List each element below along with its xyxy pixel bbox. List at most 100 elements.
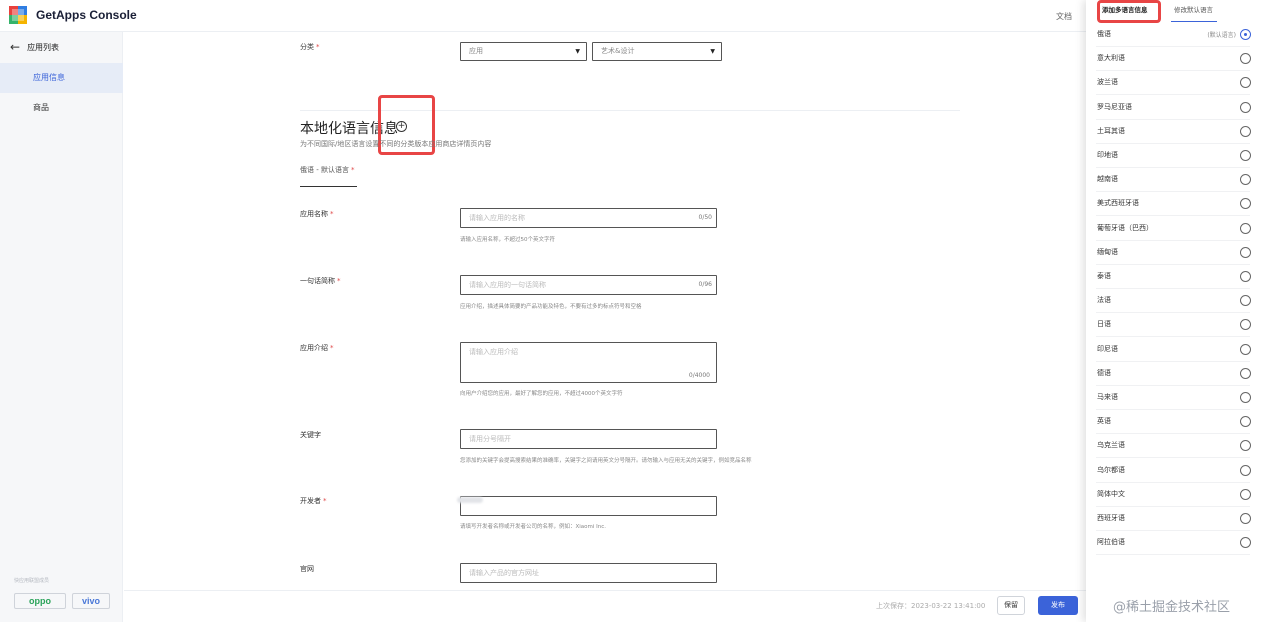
back-to-app-list[interactable]: ← 应用列表 bbox=[10, 40, 59, 54]
sidebar: ← 应用列表 应用信息 商品 快应用联盟成员 oppo vivo bbox=[0, 32, 123, 622]
language-option[interactable]: 缅甸语 bbox=[1096, 241, 1251, 265]
language-option[interactable]: 土耳其语 bbox=[1096, 120, 1251, 144]
intro-count: 0/4000 bbox=[688, 372, 710, 379]
radio-icon[interactable] bbox=[1240, 246, 1251, 258]
tagline-input[interactable]: 请输入应用的一句话简称 0/96 bbox=[460, 275, 717, 295]
radio-icon[interactable] bbox=[1240, 319, 1251, 331]
app-logo-icon bbox=[9, 6, 27, 24]
radio-icon[interactable] bbox=[1240, 416, 1251, 428]
sidebar-item-app-info[interactable]: 应用信息 bbox=[0, 63, 123, 93]
intro-placeholder: 请输入应用介绍 bbox=[469, 348, 518, 356]
app-name-hint: 请输入应用名称，不超过50个英文字符 bbox=[460, 237, 555, 243]
language-option[interactable]: 罗马尼亚语 bbox=[1096, 96, 1251, 120]
tagline-placeholder: 请输入应用的一句话简称 bbox=[469, 281, 546, 289]
radio-icon[interactable] bbox=[1240, 367, 1251, 379]
language-option[interactable]: 乌克兰语 bbox=[1096, 434, 1251, 459]
subcategory-select[interactable]: 艺术&设计 ▼ bbox=[592, 42, 722, 61]
arrow-left-icon: ← bbox=[10, 40, 21, 54]
radio-icon[interactable] bbox=[1240, 295, 1251, 307]
radio-icon[interactable] bbox=[1240, 513, 1251, 524]
radio-icon[interactable] bbox=[1240, 77, 1251, 89]
language-option[interactable]: 日语 bbox=[1096, 313, 1251, 338]
language-name: 土耳其语 bbox=[1097, 126, 1125, 135]
app-name-input[interactable]: 请输入应用的名称 0/50 bbox=[460, 208, 717, 228]
language-option[interactable]: 越南语 bbox=[1096, 168, 1251, 193]
localization-desc: 为不同国际/地区语言设置不同的分类版本应用商店详情页内容 bbox=[300, 140, 492, 148]
language-name: 印尼语 bbox=[1097, 344, 1118, 353]
keywords-placeholder: 请用分号隔开 bbox=[469, 435, 511, 443]
language-option[interactable]: 德语 bbox=[1096, 362, 1251, 386]
radio-icon[interactable] bbox=[1240, 343, 1251, 355]
chevron-down-icon: ▼ bbox=[710, 48, 715, 55]
intro-label: 应用介绍 * bbox=[300, 344, 334, 352]
keywords-input[interactable]: 请用分号隔开 bbox=[460, 429, 717, 449]
language-option[interactable]: 美式西班牙语 bbox=[1096, 192, 1251, 217]
vivo-logo: vivo bbox=[72, 593, 110, 609]
language-option[interactable]: 葡萄牙语（巴西） bbox=[1096, 217, 1251, 241]
language-name: 波兰语 bbox=[1097, 78, 1118, 87]
language-name: 美式西班牙语 bbox=[1097, 199, 1139, 208]
main-content: 分类 * 应用 ▼ 艺术&设计 ▼ 本地化语言信息 + 为不同国际/地区语言设置不… bbox=[124, 32, 1086, 590]
docs-link[interactable]: 文档 bbox=[1056, 11, 1072, 22]
radio-icon[interactable] bbox=[1240, 392, 1251, 403]
tagline-count: 0/96 bbox=[698, 281, 712, 288]
language-option[interactable]: 英语 bbox=[1096, 410, 1251, 435]
active-tab-underline bbox=[1171, 21, 1217, 22]
radio-icon[interactable] bbox=[1240, 101, 1251, 113]
tab-default-language[interactable]: 俄语 - 默认语言 * bbox=[300, 165, 357, 187]
language-option[interactable]: 西班牙语 bbox=[1096, 507, 1251, 531]
language-name: 乌克兰语 bbox=[1097, 441, 1125, 450]
language-name: 日语 bbox=[1097, 320, 1111, 329]
subcategory-select-value: 艺术&设计 bbox=[601, 47, 635, 55]
top-header: GetApps Console 文档 bbox=[0, 0, 1086, 32]
language-option[interactable]: 简体中文 bbox=[1096, 483, 1251, 507]
last-saved-time: 上次保存：2023-03-22 13:41:00 bbox=[876, 602, 986, 610]
language-name: 印地语 bbox=[1097, 151, 1118, 159]
language-option[interactable]: 印尼语 bbox=[1096, 338, 1251, 362]
language-name: 俄语 bbox=[1097, 30, 1111, 38]
language-panel: 添加多语言信息 修改默认语言 俄语 (默认语言) 意大利语 波兰语 罗马尼亚语 土耳其语印… bbox=[1086, 0, 1280, 622]
language-option[interactable]: 泰语 bbox=[1096, 265, 1251, 289]
language-name: 罗马尼亚语 bbox=[1097, 102, 1132, 111]
radio-icon[interactable] bbox=[1240, 464, 1251, 476]
intro-textarea[interactable]: 请输入应用介绍 0/4000 bbox=[460, 342, 717, 383]
language-option[interactable]: 法语 bbox=[1096, 289, 1251, 314]
radio-icon[interactable] bbox=[1240, 271, 1251, 282]
tab-change-default-language[interactable]: 修改默认语言 bbox=[1174, 4, 1213, 14]
radio-icon[interactable] bbox=[1240, 537, 1251, 549]
developer-input[interactable] bbox=[460, 496, 717, 516]
language-name: 缅甸语 bbox=[1097, 247, 1118, 256]
intro-hint: 向用户介绍您的应用，最好了解您的应用，不超过4000个英文字符 bbox=[460, 391, 623, 397]
save-button[interactable]: 保留 bbox=[997, 596, 1025, 615]
language-option[interactable]: 印地语 bbox=[1096, 144, 1251, 168]
radio-icon[interactable] bbox=[1240, 29, 1251, 40]
publish-button[interactable]: 发布 bbox=[1038, 596, 1078, 615]
language-name: 马来语 bbox=[1097, 393, 1118, 401]
language-option[interactable]: 乌尔都语 bbox=[1096, 459, 1251, 483]
language-option[interactable]: 波兰语 bbox=[1096, 71, 1251, 96]
radio-icon[interactable] bbox=[1240, 440, 1251, 452]
sidebar-item-products[interactable]: 商品 bbox=[0, 93, 123, 123]
radio-icon[interactable] bbox=[1240, 125, 1251, 137]
language-option[interactable]: 阿拉伯语 bbox=[1096, 531, 1251, 556]
radio-icon[interactable] bbox=[1240, 222, 1251, 234]
language-option[interactable]: 意大利语 bbox=[1096, 47, 1251, 72]
radio-icon[interactable] bbox=[1240, 174, 1251, 186]
language-name: 德语 bbox=[1097, 368, 1111, 377]
website-label: 官网 bbox=[300, 565, 314, 573]
app-name-label: 应用名称 * bbox=[300, 210, 334, 218]
language-option[interactable]: 俄语 (默认语言) bbox=[1096, 23, 1251, 47]
category-select[interactable]: 应用 ▼ bbox=[460, 42, 587, 61]
radio-icon[interactable] bbox=[1240, 53, 1251, 65]
language-option[interactable]: 马来语 bbox=[1096, 386, 1251, 410]
radio-icon[interactable] bbox=[1240, 488, 1251, 500]
developer-hint: 请填写开发者名称或开发者公司的名称，例如：Xiaomi Inc. bbox=[460, 524, 607, 530]
radio-icon[interactable] bbox=[1240, 198, 1251, 210]
tagline-hint: 应用介绍，描述具体简要的产品功能及特色，不要有过多的标点符号和空格 bbox=[460, 304, 642, 310]
radio-icon[interactable] bbox=[1240, 150, 1251, 161]
language-name: 乌尔都语 bbox=[1097, 465, 1125, 474]
language-name: 英语 bbox=[1097, 417, 1111, 426]
back-label: 应用列表 bbox=[27, 42, 60, 52]
website-input[interactable]: 请输入产品的官方网址 bbox=[460, 563, 717, 583]
language-name: 葡萄牙语（巴西） bbox=[1097, 223, 1153, 232]
